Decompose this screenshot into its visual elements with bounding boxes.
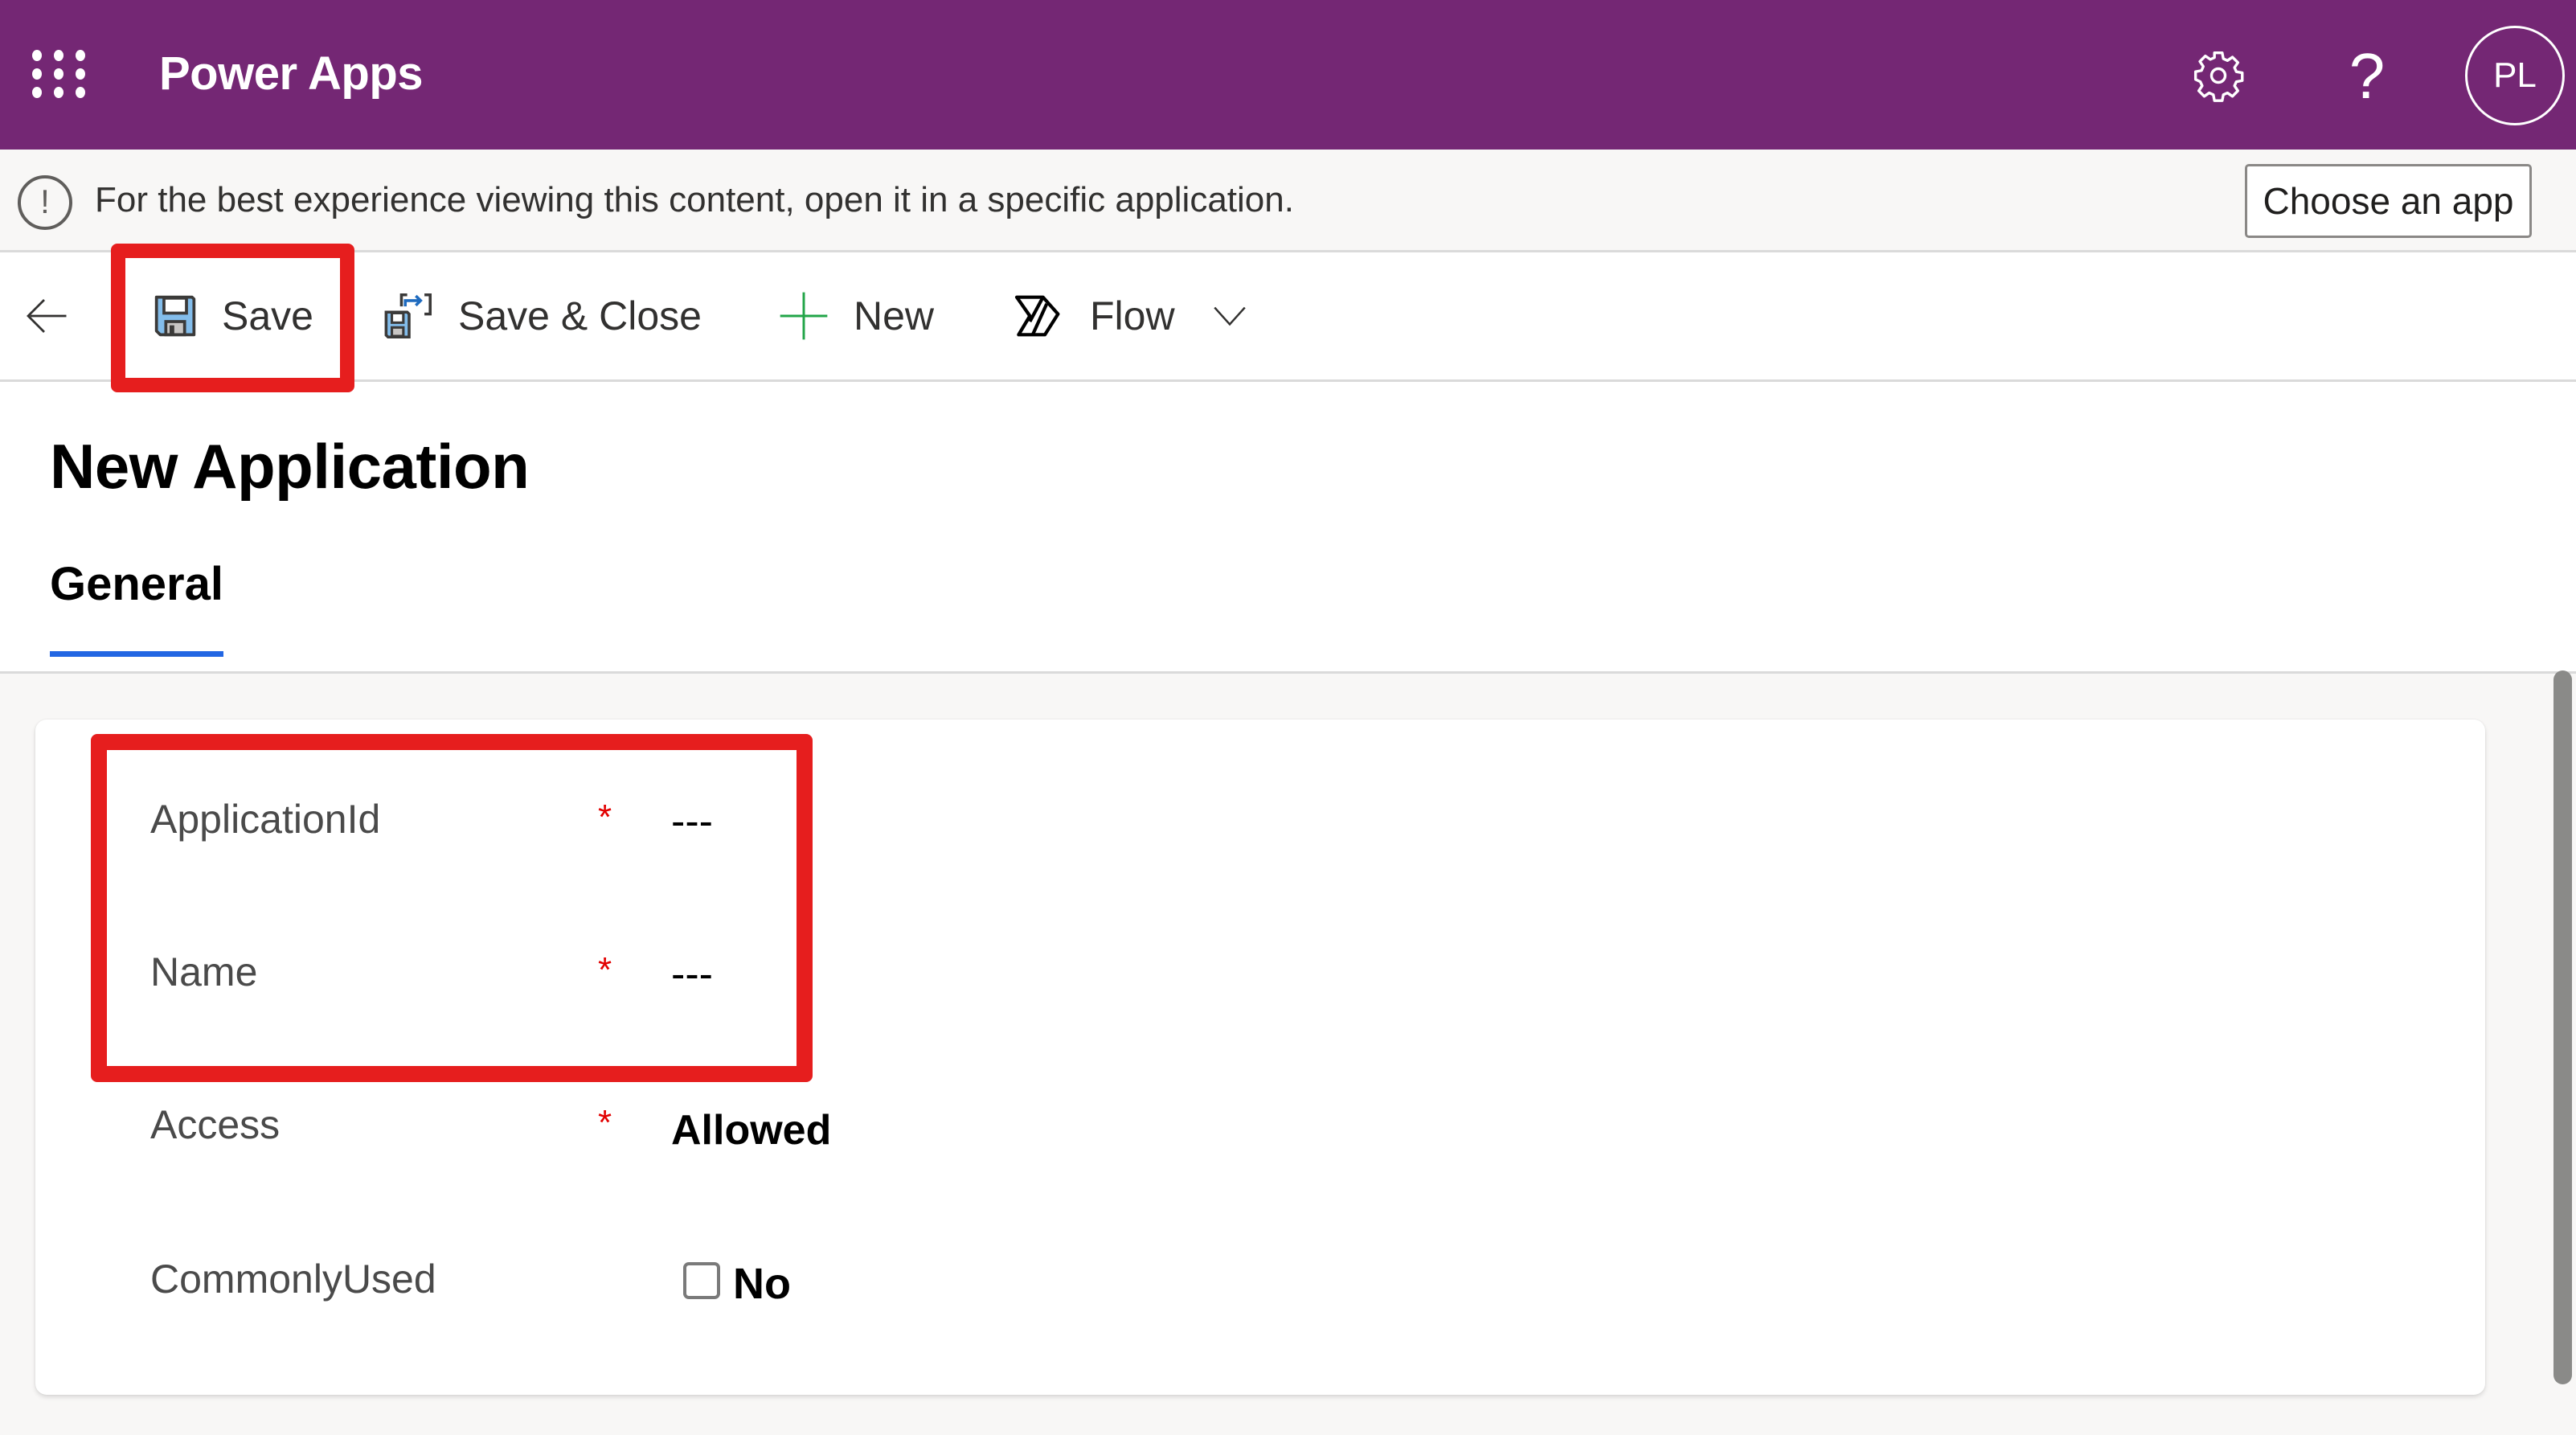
field-commonlyused: CommonlyUsed No <box>35 1256 1161 1336</box>
back-arrow-icon <box>27 299 67 333</box>
more-commands-button[interactable] <box>1210 252 1258 379</box>
save-button[interactable]: Save <box>153 252 313 379</box>
notification-banner: ! For the best experience viewing this c… <box>0 150 2576 252</box>
active-tab-indicator <box>50 651 223 657</box>
required-indicator: * <box>598 950 612 990</box>
back-button[interactable] <box>24 252 80 379</box>
flow-label: Flow <box>1090 293 1175 338</box>
field-access: Access * Allowed <box>35 1101 1161 1182</box>
field-name: Name * --- <box>35 949 1161 1029</box>
required-indicator: * <box>598 1103 612 1142</box>
waffle-icon[interactable] <box>32 50 85 98</box>
name-input[interactable]: --- <box>671 950 713 998</box>
field-label: Name <box>150 949 258 994</box>
help-icon[interactable]: ? <box>2339 40 2395 113</box>
required-indicator: * <box>598 797 612 837</box>
new-button[interactable]: New <box>778 252 934 379</box>
save-label: Save <box>222 293 313 338</box>
field-label: Access <box>150 1102 281 1147</box>
banner-message: For the best experience viewing this con… <box>95 180 1294 219</box>
commonlyused-value: No <box>733 1260 791 1308</box>
field-label: ApplicationId <box>150 797 381 842</box>
choose-an-app-button[interactable]: Choose an app <box>2245 164 2532 238</box>
flow-button[interactable]: Flow <box>1013 252 1175 379</box>
save-and-close-label: Save & Close <box>458 293 702 338</box>
app-title[interactable]: Power Apps <box>159 47 424 100</box>
new-label: New <box>854 293 935 338</box>
applicationid-input[interactable]: --- <box>671 797 713 846</box>
info-icon: ! <box>18 175 72 230</box>
access-select[interactable]: Allowed <box>671 1106 831 1154</box>
chevron-down-icon <box>1214 306 1246 326</box>
command-bar: Save Save & Close New Flow <box>0 252 2576 382</box>
save-icon <box>154 295 196 337</box>
page-title: New Application <box>50 431 530 502</box>
user-avatar[interactable]: PL <box>2465 26 2565 125</box>
save-and-close-button[interactable]: Save & Close <box>384 252 702 379</box>
field-applicationid: ApplicationId * --- <box>35 796 1161 876</box>
flow-icon <box>1014 295 1060 337</box>
app-header: Power Apps ? PL <box>0 0 2576 150</box>
vertical-scrollbar[interactable] <box>2553 670 2572 1384</box>
form-header: New Application General <box>0 382 2576 674</box>
field-label: CommonlyUsed <box>150 1257 436 1302</box>
save-close-icon <box>384 293 432 339</box>
gear-icon[interactable] <box>2191 48 2246 103</box>
commonlyused-checkbox[interactable] <box>683 1262 720 1299</box>
plus-icon <box>780 292 828 340</box>
form-section-card: ApplicationId * --- Name * --- Access * … <box>35 720 2485 1395</box>
tab-general[interactable]: General <box>50 557 223 611</box>
